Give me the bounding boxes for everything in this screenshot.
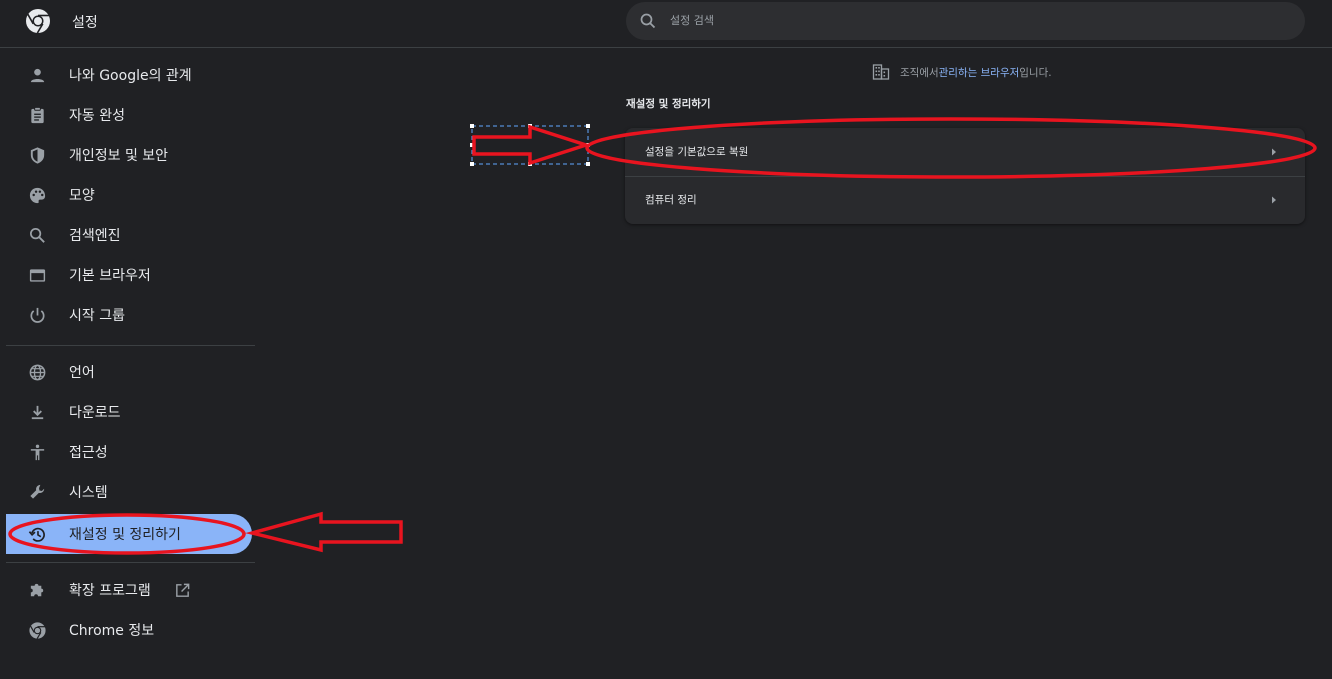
selection-handle <box>586 143 590 147</box>
search-icon <box>640 13 656 29</box>
wrench-icon <box>30 484 45 499</box>
selection-handle <box>470 143 474 147</box>
sidebar-item-label: 시작 그룹 <box>69 308 125 324</box>
selection-handle <box>528 162 532 166</box>
top-bar: 설정 <box>0 0 1332 48</box>
sidebar-item-languages[interactable]: 언어 <box>6 352 252 392</box>
browser-window-icon <box>29 269 46 282</box>
palette-icon <box>29 187 46 204</box>
clean-up-computer-row[interactable]: 컴퓨터 정리 <box>625 176 1305 224</box>
sidebar-item-label: 재설정 및 정리하기 <box>69 527 181 543</box>
restore-icon <box>28 527 45 542</box>
section-title: 재설정 및 정리하기 <box>626 98 711 110</box>
chevron-right-icon <box>1272 196 1276 204</box>
sidebar-item-label: 기본 브라우저 <box>69 268 151 284</box>
selection-handle <box>586 162 590 166</box>
open-in-new-icon <box>176 583 190 597</box>
globe-icon <box>29 364 46 381</box>
puzzle-icon <box>30 583 44 597</box>
search-input[interactable] <box>670 2 1270 40</box>
managed-browser-notice: 조직에서 관리하는 브라우저 입니다. <box>872 62 1052 82</box>
row-label: 설정을 기본값으로 복원 <box>645 146 749 158</box>
selection-handle <box>470 124 474 128</box>
sidebar-item-label: Chrome 정보 <box>69 623 155 639</box>
sidebar-item-on-startup[interactable]: 시작 그룹 <box>6 295 252 335</box>
sidebar-item-you-and-google[interactable]: 나와 Google의 관계 <box>6 55 252 95</box>
sidebar-item-appearance[interactable]: 모양 <box>6 175 252 215</box>
sidebar-item-accessibility[interactable]: 접근성 <box>6 432 252 472</box>
selection-handle <box>528 124 532 128</box>
sidebar-item-label: 자동 완성 <box>69 108 125 124</box>
sidebar-item-default-browser[interactable]: 기본 브라우저 <box>6 255 252 295</box>
clipboard-icon <box>31 106 44 124</box>
person-icon <box>30 68 45 83</box>
sidebar-item-label: 검색엔진 <box>69 228 121 244</box>
annotation-selection-box <box>471 125 589 165</box>
selection-handle <box>586 124 590 128</box>
sidebar-item-system[interactable]: 시스템 <box>6 472 252 512</box>
sidebar-item-downloads[interactable]: 다운로드 <box>6 392 252 432</box>
sidebar-item-label: 개인정보 및 보안 <box>69 148 169 164</box>
managed-notice-suffix: 입니다. <box>1019 66 1052 79</box>
shield-icon <box>30 147 45 164</box>
selection-handle <box>470 162 474 166</box>
sidebar-item-search-engine[interactable]: 검색엔진 <box>6 215 252 255</box>
sidebar-item-label: 다운로드 <box>69 405 121 421</box>
row-label: 컴퓨터 정리 <box>645 194 697 206</box>
page-title: 설정 <box>72 15 98 31</box>
power-icon <box>30 307 45 323</box>
sidebar-item-label: 확장 프로그램 <box>69 583 151 599</box>
accessibility-icon <box>30 444 45 461</box>
building-icon <box>872 64 890 80</box>
download-icon <box>31 405 44 420</box>
sidebar-divider <box>6 562 255 563</box>
sidebar-item-extensions[interactable]: 확장 프로그램 <box>6 570 252 610</box>
chrome-icon <box>29 622 46 639</box>
annotation-arrow-main <box>472 124 592 166</box>
managed-browser-link[interactable]: 관리하는 브라우저 <box>939 65 1020 80</box>
sidebar-item-label: 시스템 <box>69 485 108 501</box>
search-icon <box>29 227 45 243</box>
managed-notice-prefix: 조직에서 <box>900 66 939 79</box>
chrome-logo-icon <box>26 9 50 34</box>
sidebar-item-label: 접근성 <box>69 445 108 461</box>
chevron-right-icon <box>1272 148 1276 156</box>
sidebar-item-label: 모양 <box>69 188 95 204</box>
sidebar: 나와 Google의 관계 자동 완성 개인정보 및 보안 모양 검색엔진 기본… <box>0 49 260 679</box>
annotation-arrow-sidebar <box>245 511 403 553</box>
restore-defaults-row[interactable]: 설정을 기본값으로 복원 <box>625 128 1305 176</box>
sidebar-item-about-chrome[interactable]: Chrome 정보 <box>6 610 252 650</box>
sidebar-item-label: 언어 <box>69 365 95 381</box>
sidebar-item-autofill[interactable]: 자동 완성 <box>6 95 252 135</box>
reset-cleanup-card: 설정을 기본값으로 복원 컴퓨터 정리 <box>625 128 1305 224</box>
sidebar-item-privacy-security[interactable]: 개인정보 및 보안 <box>6 135 252 175</box>
sidebar-item-label: 나와 Google의 관계 <box>69 68 192 84</box>
sidebar-item-reset-cleanup[interactable]: 재설정 및 정리하기 <box>6 514 252 554</box>
settings-search[interactable] <box>626 2 1305 40</box>
sidebar-divider <box>6 345 255 346</box>
